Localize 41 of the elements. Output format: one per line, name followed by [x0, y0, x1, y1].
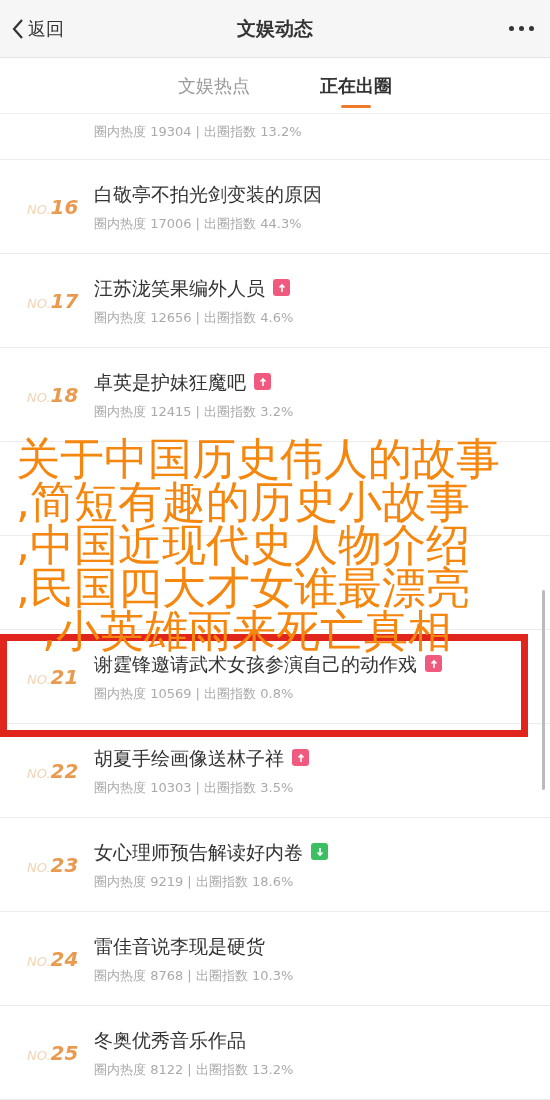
- rank-number: 21: [50, 663, 79, 691]
- tab[interactable]: 正在出圈: [320, 57, 392, 114]
- item-stats: 圈内热度 19304 | 出圈指数 13.2%: [94, 123, 302, 141]
- back-button[interactable]: 返回: [12, 15, 64, 42]
- page-title: 文娱动态: [236, 16, 314, 42]
- rank-number: 16: [50, 193, 79, 221]
- caption-line: ,中国近现代史人物介绍: [16, 523, 470, 566]
- rank-prefix: NO.: [27, 953, 51, 971]
- item-stats: 圈内热度 12656 | 出圈指数 4.6%: [94, 309, 294, 327]
- back-icon: [12, 17, 24, 40]
- item-title: 卓英是护妹狂魔吧: [94, 369, 246, 395]
- item-title: 汪苏泷笑果编外人员: [94, 275, 265, 301]
- item-title: 胡夏手绘画像送林子祥: [94, 745, 284, 771]
- item-title: 谢霆锋邀请武术女孩参演自己的动作戏: [94, 652, 417, 677]
- rank-prefix: NO.: [27, 765, 51, 783]
- rank-prefix: NO.: [27, 295, 51, 313]
- rank-prefix: NO.: [27, 1047, 51, 1065]
- rank-number: 18: [50, 381, 79, 409]
- rank-number: 22: [50, 757, 79, 785]
- item-stats: 圈内热度 12415 | 出圈指数 3.2%: [94, 403, 294, 421]
- rank-prefix: NO.: [27, 389, 51, 407]
- item-stats: 圈内热度 10303 | 出圈指数 3.5%: [94, 779, 295, 797]
- caption-line: 关于中国历史伟人的故事: [16, 437, 500, 480]
- item-stats: 圈内热度 8122 | 出圈指数 13.2%: [94, 1061, 294, 1079]
- caption-line: ,民国四大才女谁最漂亮: [16, 566, 470, 609]
- item-title: 女心理师预告解读好内卷: [94, 839, 303, 865]
- item-stats: 圈内热度 9219 | 出圈指数 18.6%: [94, 873, 295, 891]
- item-title: 雷佳音说李现是硬货: [94, 933, 265, 959]
- rank-number: 24: [50, 945, 79, 973]
- item-stats: 圈内热度 8768 | 出圈指数 10.3%: [94, 967, 294, 985]
- rank-prefix: NO.: [27, 201, 51, 219]
- rank-prefix: NO.: [27, 859, 51, 877]
- caption-line: ,简短有趣的历史小故事: [16, 480, 470, 523]
- item-title: 白敬亭不拍光剑变装的原因: [94, 181, 322, 207]
- rank-number: 17: [50, 287, 79, 315]
- item-title: 冬奥优秀音乐作品: [94, 1027, 246, 1053]
- item-stats: 圈内热度 17006 | 出圈指数 44.3%: [94, 215, 303, 233]
- rank-number: 25: [50, 1039, 79, 1067]
- rank-prefix: NO.: [27, 671, 51, 689]
- item-stats: 圈内热度 10569 | 出圈指数 0.8%: [94, 685, 295, 703]
- rank-number: 23: [50, 851, 79, 879]
